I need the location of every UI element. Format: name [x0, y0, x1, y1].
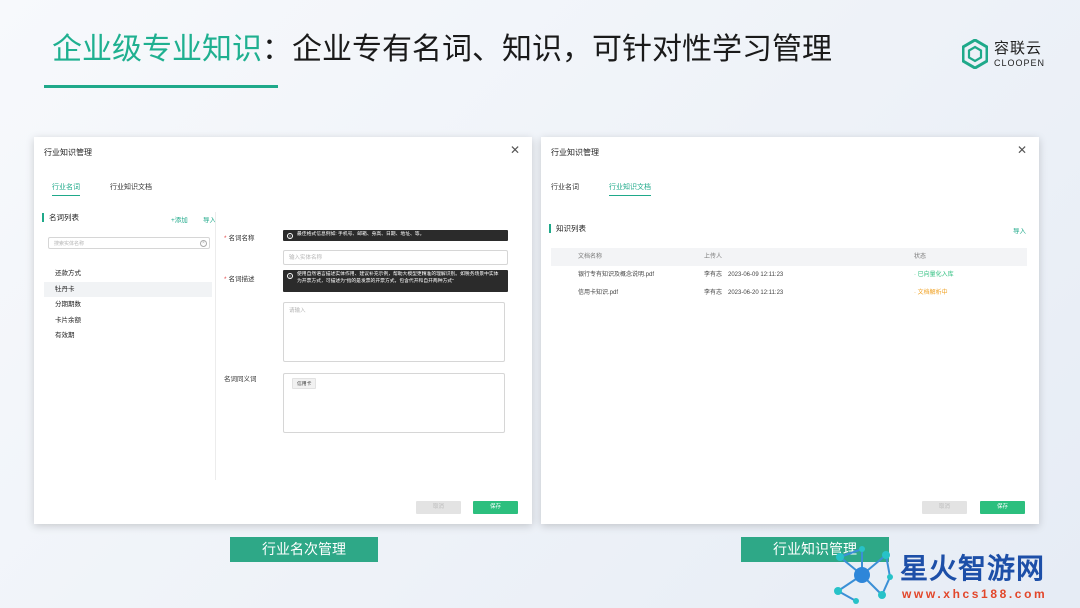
col-doc-name: 文档名称 — [578, 254, 603, 260]
cancel-button[interactable]: 取消 — [416, 501, 461, 514]
term-item[interactable]: 有效期 — [44, 328, 212, 344]
term-list: 还款方式 牡丹卡 分期期数 卡片余额 有效期 — [44, 266, 212, 344]
info-icon: ! — [287, 232, 293, 239]
cancel-button[interactable]: 取消 — [922, 501, 967, 514]
industry-terms-dialog: 行业知识管理 ✕ 行业名词 行业知识文档 名词列表 +添加 导入 搜索实体名称 … — [34, 137, 532, 524]
hexagon-logo-icon — [962, 39, 988, 69]
tab-industry-terms[interactable]: 行业名词 — [52, 182, 80, 196]
slide-title: 企业级专业知识：企业专有名词、知识，可针对性学习管理 — [52, 30, 832, 70]
upload-time: 2023-06-20 12:11:23 — [728, 290, 784, 296]
knowledge-list-header: 知识列表 — [549, 224, 586, 233]
watermark-en: www.xhcs188.com — [902, 587, 1048, 601]
term-desc-label: * 名词描述 — [224, 276, 255, 283]
doc-name[interactable]: 银行专有知识及概念说明.pdf — [578, 266, 654, 284]
watermark-cn: 星火智游网 — [900, 553, 1046, 584]
table-header: 文档名称 上传人 状态 — [551, 248, 1027, 266]
col-status: 状态 — [914, 254, 927, 260]
term-item[interactable]: 分期期数 — [44, 297, 212, 313]
term-search-input[interactable]: 搜索实体名称 × — [48, 237, 210, 249]
upload-time: 2023-06-09 12:11:23 — [728, 272, 784, 278]
info-icon: ! — [287, 272, 293, 279]
search-placeholder: 搜索实体名称 — [54, 241, 85, 247]
term-list-header: 名词列表 — [42, 213, 79, 222]
term-desc-textarea[interactable]: 请输入 — [283, 302, 505, 362]
tab-industry-terms[interactable]: 行业名词 — [551, 182, 579, 195]
close-icon[interactable]: ✕ — [1017, 144, 1027, 156]
tab-industry-docs[interactable]: 行业知识文档 — [609, 182, 651, 196]
logo-en: CLOOPEN — [994, 57, 1046, 68]
term-desc-tooltip: ! 使用自然语言描述实体作用、建议补充示例，帮助大模型更精准的理解识别。如税务场… — [283, 270, 508, 292]
add-term-link[interactable]: +添加 — [171, 214, 188, 224]
synonym-chip[interactable]: 信用卡 — [292, 378, 317, 389]
term-name-label: * 名词名称 — [224, 235, 255, 242]
table-row[interactable]: 银行专有知识及概念说明.pdf 李有志 2023-06-09 12:11:23 … — [551, 266, 1027, 284]
col-uploader: 上传人 — [704, 254, 723, 260]
doc-name[interactable]: 信用卡知识.pdf — [578, 284, 618, 302]
divider — [215, 212, 216, 480]
save-button[interactable]: 保存 — [980, 501, 1025, 514]
status-badge: · 已向量化入库 — [914, 272, 954, 278]
term-name-tooltip: ! 最佳格式信息例如: 手机号、邮箱、身高、日期、地址、等。 — [283, 230, 508, 241]
close-icon[interactable]: ✕ — [510, 144, 520, 156]
uploader: 李有志 — [704, 290, 723, 296]
term-item-selected[interactable]: 牡丹卡 — [44, 281, 212, 297]
slide-title-rest: ：企业专有名词、知识，可针对性学习管理 — [262, 33, 832, 66]
table-row[interactable]: 信用卡知识.pdf 李有志 2023-06-20 12:11:23 · 文档解析… — [551, 284, 1027, 302]
term-item[interactable]: 卡片余额 — [44, 313, 212, 329]
cloopen-logo: 容联云 CLOOPEN — [962, 39, 1045, 69]
dialog-title: 行业知识管理 — [44, 148, 92, 157]
network-logo-icon — [834, 546, 893, 604]
logo-cn: 容联云 — [994, 39, 1043, 57]
watermark: 星火智游网 www.xhcs188.com — [830, 545, 1075, 605]
synonym-input[interactable]: 信用卡 — [283, 373, 505, 433]
title-underline — [44, 85, 278, 88]
save-button[interactable]: 保存 — [473, 501, 518, 514]
caption-left: 行业名次管理 — [230, 537, 378, 562]
synonym-label: 名词同义词 — [224, 376, 257, 383]
clear-icon[interactable]: × — [200, 239, 207, 247]
uploader: 李有志 — [704, 272, 723, 278]
term-item[interactable]: 还款方式 — [44, 266, 212, 282]
industry-docs-dialog: 行业知识管理 ✕ 行业名词 行业知识文档 知识列表 导入 文档名称 上传人 状态… — [541, 137, 1039, 524]
slide-title-highlight: 企业级专业知识 — [52, 33, 262, 66]
dialog-title: 行业知识管理 — [551, 148, 599, 157]
term-name-input[interactable]: 输入实体名称 — [283, 250, 508, 265]
tab-industry-docs[interactable]: 行业知识文档 — [110, 182, 152, 195]
status-badge: · 文档解析中 — [914, 290, 948, 296]
import-link[interactable]: 导入 — [1013, 225, 1026, 235]
